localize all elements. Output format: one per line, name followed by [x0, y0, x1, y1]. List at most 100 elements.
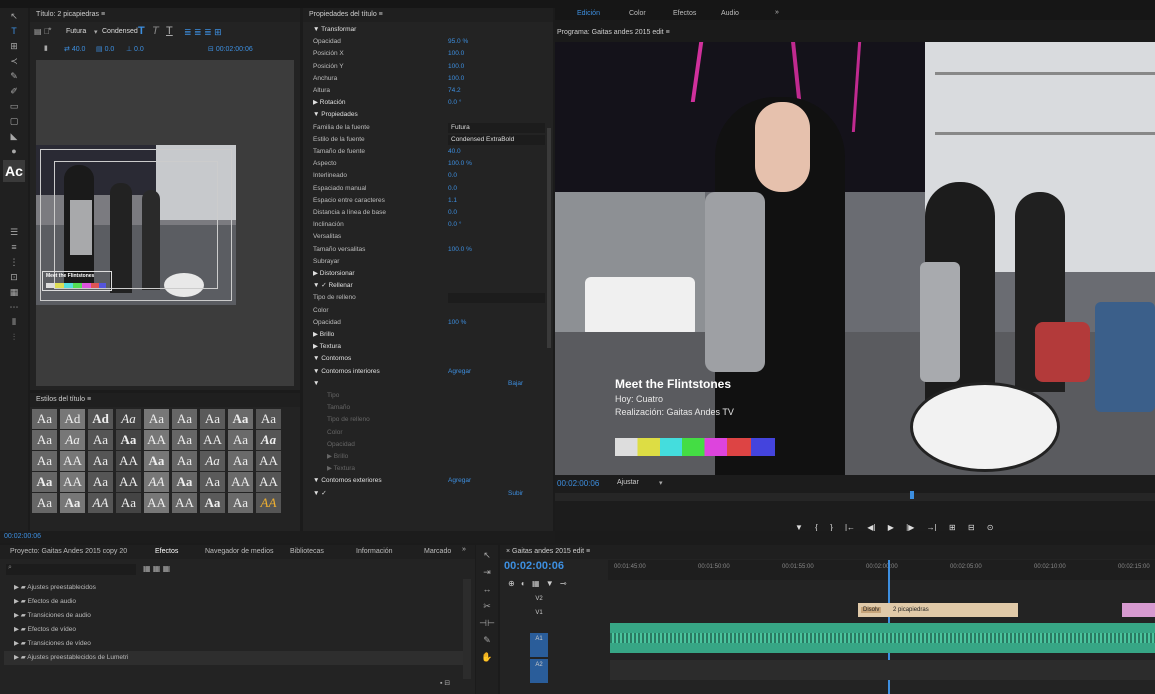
effects-folder-item[interactable]: ▶ ▰ Transiciones de audio	[4, 609, 464, 623]
title-style-swatch[interactable]: AA	[256, 493, 281, 513]
property-dropdown[interactable]: Futura	[448, 122, 545, 133]
hand-icon[interactable]: ✋	[479, 651, 495, 664]
title-style-swatch[interactable]: Aa	[228, 451, 253, 471]
property-value[interactable]: Subir	[508, 488, 523, 500]
title-style-swatch[interactable]: Aa	[88, 430, 113, 450]
baseline-value[interactable]: 0.0	[134, 46, 144, 53]
step-back-icon[interactable]: ◀|	[867, 523, 875, 531]
italic-icon[interactable]: T	[152, 25, 159, 37]
next-clip[interactable]	[1122, 603, 1155, 617]
leading-value[interactable]: 0.0	[105, 46, 115, 53]
property-value[interactable]: 0.0	[448, 207, 457, 219]
property-value[interactable]: 1.1	[448, 195, 457, 207]
title-style-swatch[interactable]: AA	[88, 493, 113, 513]
effects-folder-item[interactable]: ▶ ▰ Ajustes preestablecidos de Lumetri	[4, 651, 464, 665]
go-out-icon[interactable]: →|	[927, 523, 937, 531]
program-timecode[interactable]: 00:02:00:06	[557, 479, 599, 488]
leading-field[interactable]: ▤ 0.0	[96, 45, 114, 53]
title-style-swatch[interactable]: AA	[172, 493, 197, 513]
spread-icon[interactable]: ⋯	[3, 301, 25, 314]
filter-icons[interactable]: ▦ ▦ ▦	[143, 564, 170, 573]
track-header[interactable]: A2	[530, 659, 548, 683]
property-value[interactable]: 0.0	[448, 183, 457, 195]
program-playhead[interactable]	[910, 491, 914, 499]
more-tabs-icon[interactable]: »	[775, 9, 779, 16]
title-style-swatch[interactable]: Ad	[60, 409, 85, 429]
font-style-select[interactable]: Condensed	[102, 28, 138, 35]
title-style-swatch[interactable]: Aa	[256, 409, 281, 429]
effects-folder-item[interactable]: ▶ ▰ Transiciones de vídeo	[4, 637, 464, 651]
title-style-swatch[interactable]: Aa	[228, 409, 253, 429]
extract-icon[interactable]: ⊟	[968, 523, 975, 531]
ellipse-tool-icon[interactable]: ●	[3, 145, 25, 158]
title-style-swatch[interactable]: Aa	[32, 409, 57, 429]
track-select-icon[interactable]: ⇥	[479, 566, 495, 579]
effects-search-input[interactable]: ⌕	[6, 564, 136, 575]
props-scrollbar[interactable]	[547, 128, 551, 348]
title-style-swatch[interactable]: Aa	[32, 472, 57, 492]
go-in-icon[interactable]: |←	[845, 523, 855, 531]
distribute-h-icon[interactable]: ⫴	[3, 316, 25, 329]
razor-icon[interactable]: ✂	[479, 600, 495, 613]
transport-controls[interactable]: ▼ { } |← ◀| ▶ |▶ →| ⊞ ⊟ ⊙	[795, 523, 1095, 531]
property-value[interactable]: 100.0	[448, 73, 464, 85]
title-timecode[interactable]: 00:02:00:06	[216, 46, 253, 53]
property-value[interactable]: 100 %	[448, 317, 466, 329]
new-bin-icon[interactable]: ▪ ⊟	[440, 679, 450, 687]
tabstop-icon[interactable]: ▮	[44, 44, 48, 52]
timeline-tab[interactable]: Gaitas andes 2015 edit	[512, 548, 584, 555]
property-value[interactable]: 0.0	[448, 170, 457, 182]
marker-icon[interactable]: ▼	[795, 523, 803, 531]
title-style-swatch[interactable]: AA	[144, 430, 169, 450]
timecode-field[interactable]: ⊟ 00:02:00:06	[208, 45, 253, 53]
title-style-swatch[interactable]: Aa	[116, 409, 141, 429]
pen-tool-icon[interactable]: ✎	[3, 70, 25, 83]
property-value[interactable]: Agregar	[448, 475, 471, 487]
vertical-type-tool-icon[interactable]: ⊞	[3, 40, 25, 53]
track-header[interactable]: V1	[530, 607, 548, 619]
tab-edicion[interactable]: Edición	[577, 10, 600, 17]
kerning-value[interactable]: 40.0	[72, 46, 86, 53]
tab-marcado[interactable]: Marcado	[424, 548, 451, 555]
title-canvas[interactable]: Meet the Flintstones	[36, 60, 294, 386]
title-style-swatch[interactable]: AA	[256, 472, 281, 492]
title-style-swatch[interactable]: Aa	[200, 472, 225, 492]
title-style-swatch[interactable]: AA	[144, 493, 169, 513]
title-style-swatch[interactable]: Aa	[88, 451, 113, 471]
tab-efectos-panel[interactable]: Efectos	[155, 548, 178, 555]
rectangle-tool-icon[interactable]: ▭	[3, 100, 25, 113]
title-style-swatch[interactable]: Aa	[144, 451, 169, 471]
track-header[interactable]: A1	[530, 633, 548, 657]
title-style-swatch[interactable]: Aa	[200, 409, 225, 429]
center-icon[interactable]: ⊡	[3, 271, 25, 284]
tab-efectos[interactable]: Efectos	[673, 10, 696, 17]
property-value[interactable]: Agregar	[448, 366, 471, 378]
tab-proyecto[interactable]: Proyecto: Gaitas Andes 2015 copy 20	[10, 548, 127, 555]
type-tool-icon[interactable]: T	[3, 25, 25, 38]
tab-navegador[interactable]: Navegador de medios	[205, 548, 274, 555]
align-left-icon[interactable]: ≣ ≣ ≣ ⊞	[184, 27, 222, 38]
underline-icon[interactable]: T	[166, 25, 173, 37]
title-style-swatch[interactable]: Aa	[32, 451, 57, 471]
timeline-toolbar[interactable]: ⊕ ◐ ▦ ▼ ⊸	[508, 579, 567, 588]
kerning-field[interactable]: ⇄ 40.0	[64, 45, 85, 53]
grid-icon[interactable]: ▦	[3, 286, 25, 299]
title-style-swatch[interactable]: Aa	[172, 409, 197, 429]
lift-icon[interactable]: ⊞	[949, 523, 956, 531]
text-style-icon[interactable]: Ac	[3, 160, 25, 182]
title-style-swatch[interactable]: AA	[200, 430, 225, 450]
property-value[interactable]: 74.2	[448, 85, 461, 97]
align-center-icon[interactable]: ≡	[3, 241, 25, 254]
slip-icon[interactable]: ⊣⊢	[479, 617, 495, 630]
title-style-swatch[interactable]: Aa	[200, 493, 225, 513]
bold-icon[interactable]: T	[138, 25, 145, 37]
title-style-swatch[interactable]: AA	[60, 472, 85, 492]
tab-audio[interactable]: Audio	[721, 10, 739, 17]
title-style-swatch[interactable]: Aa	[256, 430, 281, 450]
property-value[interactable]: 100.0 %	[448, 244, 472, 256]
effects-folder-item[interactable]: ▶ ▰ Ajustes preestablecidos	[4, 581, 464, 595]
title-style-swatch[interactable]: Aa	[228, 493, 253, 513]
mark-in-icon[interactable]: {	[815, 523, 818, 531]
path-type-tool-icon[interactable]: ≺	[3, 55, 25, 68]
pen-icon[interactable]: ✎	[479, 634, 495, 647]
